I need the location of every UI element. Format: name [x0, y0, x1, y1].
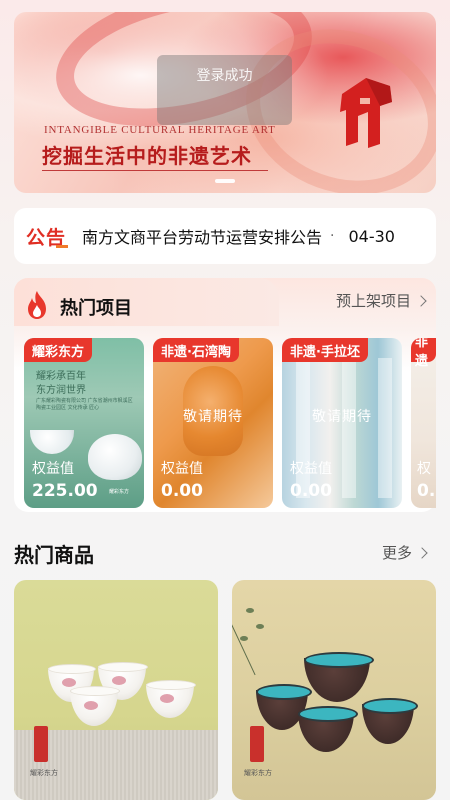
project-small-text: 广东耀彩陶瓷有限公司 广东省潮州市枫溪区陶瓷工业园区 文化传承 匠心: [36, 398, 133, 411]
project-label: 非遗: [411, 338, 436, 369]
project-label: 非遗·手拉坯: [282, 338, 368, 362]
login-success-toast: 登录成功: [157, 55, 292, 125]
product-brand-text: 耀彩东方: [244, 769, 272, 777]
equity-label: 权: [417, 461, 431, 477]
carousel-indicator[interactable]: [215, 179, 235, 183]
coming-soon-text: 敬请期待: [312, 409, 372, 425]
banner-chinese-title: 挖掘生活中的非遗艺术: [42, 144, 252, 168]
project-brand-text: 耀彩东方: [109, 489, 130, 495]
project-card[interactable]: 非遗 权 0.: [411, 338, 436, 508]
background-stripe: [378, 358, 392, 498]
project-slogan: 耀彩承百年 东方润世界: [36, 370, 86, 398]
fire-icon: [28, 291, 46, 319]
product-card[interactable]: 耀彩东方: [232, 580, 436, 800]
project-label: 非遗·石湾陶: [153, 338, 239, 362]
coming-soon-text: 敬请期待: [183, 409, 243, 425]
brand-logo: [34, 726, 48, 762]
project-label: 耀彩东方: [24, 338, 93, 362]
announcement-tag: 公告: [26, 223, 69, 250]
banner-title-underline: [42, 170, 268, 171]
porcelain-cup-image: [146, 680, 196, 718]
leaf-decoration: [256, 624, 264, 629]
equity-label: 权益值: [161, 461, 203, 477]
project-slogan-line: 东方润世界: [36, 385, 86, 396]
product-brand-text: 耀彩东方: [30, 769, 58, 777]
banner-english-title: INTANGIBLE CULTURAL HERITAGE ART: [44, 124, 276, 136]
project-card[interactable]: 非遗·手拉坯 敬请期待 权益值 0.00: [282, 338, 402, 508]
more-link-label: 更多: [382, 544, 413, 562]
teacup-image: [30, 430, 74, 454]
equity-label: 权益值: [32, 461, 74, 477]
hot-projects-header-tab: [14, 278, 279, 326]
ceramic-teacup-image: [362, 698, 418, 744]
toast-text: 登录成功: [196, 68, 253, 84]
brand-logo: [250, 726, 264, 762]
announcement-date: 04-30: [348, 226, 395, 246]
equity-label: 权益值: [290, 461, 332, 477]
equity-value: 225.00: [32, 481, 98, 501]
leaf-decoration: [240, 636, 248, 641]
pre-listing-projects-link[interactable]: 预上架项目: [336, 290, 427, 311]
equity-value: 0.00: [161, 481, 203, 501]
heritage-logo-icon: [340, 78, 392, 148]
project-card[interactable]: 耀彩承百年 东方润世界 广东耀彩陶瓷有限公司 广东省潮州市枫溪区陶瓷工业园区 文…: [24, 338, 144, 508]
hot-projects-title: 热门项目: [60, 298, 132, 319]
ceramic-teacup-image: [304, 652, 374, 702]
announcement-text[interactable]: 南方文商平台劳动节运营安排公告: [82, 224, 322, 248]
porcelain-cup-image: [70, 686, 120, 726]
equity-value: 0.00: [290, 481, 332, 501]
ceramic-teacup-image: [298, 706, 358, 752]
product-card[interactable]: 耀彩东方: [14, 580, 218, 800]
more-goods-link[interactable]: 更多: [382, 542, 428, 563]
background-stripe: [342, 358, 356, 498]
project-card[interactable]: 非遗·石湾陶 敬请期待 权益值 0.00: [153, 338, 273, 508]
hot-goods-title: 热门商品: [14, 543, 94, 567]
equity-value: 0.: [417, 481, 436, 501]
teapot-image: [88, 434, 142, 480]
chevron-right-icon: [416, 546, 428, 559]
announcement-bar[interactable]: 公告 南方文商平台劳动节运营安排公告 · 04-30: [14, 208, 436, 264]
plant-sprig-image: [232, 594, 291, 676]
pre-listing-link-label: 预上架项目: [336, 292, 412, 310]
announcement-separator: ·: [330, 228, 335, 244]
leaf-decoration: [246, 608, 254, 613]
chevron-right-icon: [415, 294, 427, 307]
project-slogan-line: 耀彩承百年: [36, 371, 86, 382]
